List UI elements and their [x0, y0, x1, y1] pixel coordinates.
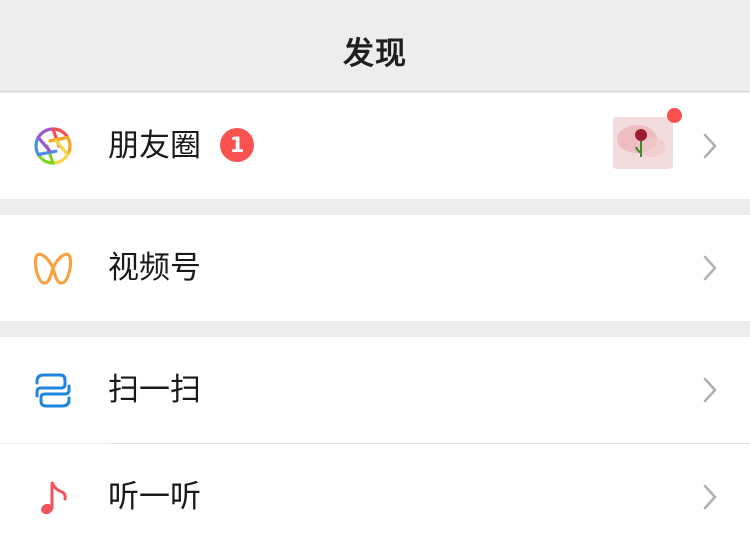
menu-item-label: 扫一扫	[108, 372, 201, 408]
menu-item-listen[interactable]: 听一听	[0, 444, 750, 545]
music-note-icon	[41, 481, 67, 515]
menu-item-scan[interactable]: 扫一扫	[0, 337, 750, 443]
menu-item-label: 听一听	[108, 479, 201, 515]
menu-item-label: 朋友圈	[108, 128, 201, 164]
moments-icon	[34, 127, 72, 165]
channels-icon	[33, 252, 73, 285]
new-post-dot	[667, 108, 682, 123]
page-title: 发现	[343, 36, 407, 72]
chevron-right-icon	[703, 377, 717, 403]
chevron-right-icon	[703, 133, 717, 159]
menu-item-moments[interactable]: 朋友圈 1	[0, 93, 750, 199]
unread-count-badge: 1	[220, 128, 254, 162]
moments-thumbnail	[613, 117, 673, 169]
chevron-right-icon	[703, 484, 717, 510]
menu-item-label: 视频号	[108, 250, 201, 286]
scan-icon	[35, 373, 71, 408]
nav-header: 发现	[0, 0, 750, 92]
chevron-right-icon	[703, 255, 717, 281]
menu-item-channels[interactable]: 视频号	[0, 215, 750, 321]
